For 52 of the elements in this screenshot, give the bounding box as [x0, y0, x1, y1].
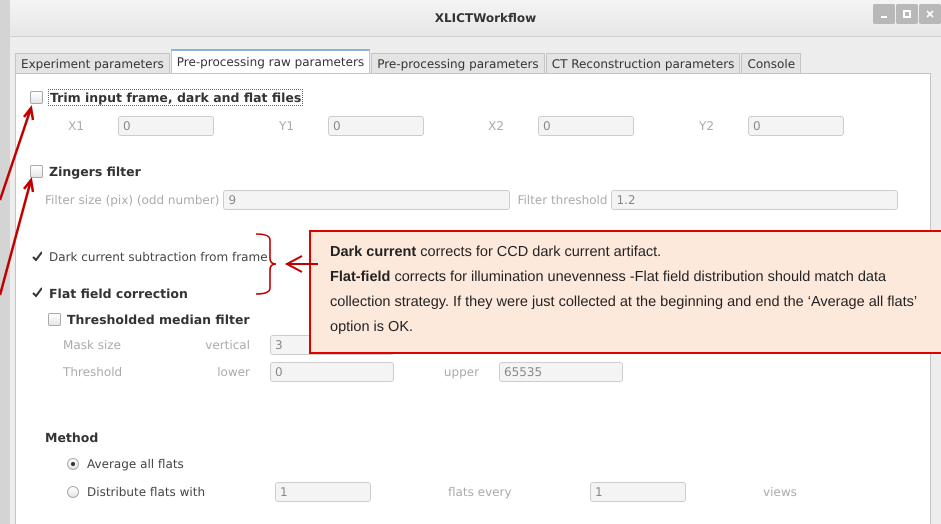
- radio-button[interactable]: [67, 486, 79, 498]
- tab[interactable]: CT Reconstruction parameters: [546, 53, 740, 73]
- input-field[interactable]: 65535: [499, 362, 623, 382]
- checkbox[interactable]: [30, 250, 43, 264]
- input-field[interactable]: 1: [590, 482, 686, 502]
- checkbox-label: Trim input frame, dark and flat files: [49, 90, 302, 104]
- input-field[interactable]: 0: [270, 362, 394, 382]
- maximize-button[interactable]: [896, 4, 918, 24]
- close-button[interactable]: [919, 4, 941, 24]
- checkbox-label: Thresholded median filter: [67, 312, 250, 326]
- checkbox-label: Dark current subtraction from frame: [49, 250, 268, 264]
- callout-text: Flat-field corrects for illumination unevenness -Flat field distribution should match data collection strategy. If they were just collected at the beginning and end the ‘Average all flats’ option is OK.: [330, 268, 918, 337]
- checkbox[interactable]: [30, 90, 43, 104]
- checkbox[interactable]: [48, 312, 61, 326]
- radio-button[interactable]: [67, 458, 79, 470]
- field-label: upper: [442, 365, 480, 379]
- field-label: Y2: [698, 119, 715, 133]
- field-label: Filter threshold: [517, 193, 608, 207]
- field-label: Threshold: [63, 365, 124, 379]
- tab[interactable]: Pre-processing raw parameters: [170, 49, 370, 73]
- checkbox-label: Zingers filter: [49, 164, 141, 178]
- field-label: Y1: [278, 119, 295, 133]
- field-label: flats every: [448, 485, 512, 499]
- field-label: vertical: [204, 338, 251, 352]
- input-field[interactable]: 0: [538, 116, 634, 136]
- field-label: X1: [67, 119, 85, 133]
- input-field[interactable]: 0: [328, 116, 424, 136]
- checkbox[interactable]: [30, 286, 43, 300]
- window-title: XLICTWorkflow: [434, 11, 536, 25]
- input-field[interactable]: 0: [118, 116, 214, 136]
- close-icon: [926, 10, 934, 18]
- tab[interactable]: Console: [741, 53, 802, 73]
- field-label: views: [763, 485, 797, 499]
- field-label: X2: [487, 119, 505, 133]
- radio-label: Distribute flats with: [87, 485, 206, 499]
- radio-label: Average all flats: [87, 457, 185, 471]
- tab[interactable]: Experiment parameters: [15, 53, 170, 73]
- field-label: Filter size (pix) (odd number): [45, 193, 220, 207]
- input-field[interactable]: 0: [748, 116, 844, 136]
- input-field[interactable]: 1: [275, 482, 371, 502]
- callout-text: Dark current corrects for CCD dark current artifact.: [330, 243, 662, 262]
- arrow: [284, 255, 318, 273]
- checkbox-label: Flat field correction: [49, 286, 188, 300]
- field-label: Mask size: [63, 338, 122, 352]
- checkbox[interactable]: [30, 164, 43, 178]
- minimize-button[interactable]: [873, 4, 895, 24]
- tab[interactable]: Pre-processing parameters: [371, 53, 545, 73]
- section-heading: Method: [45, 430, 100, 445]
- maximize-icon: [903, 10, 911, 18]
- input-field[interactable]: 9: [223, 190, 510, 210]
- field-label: lower: [216, 365, 251, 379]
- input-field[interactable]: 1.2: [611, 190, 898, 210]
